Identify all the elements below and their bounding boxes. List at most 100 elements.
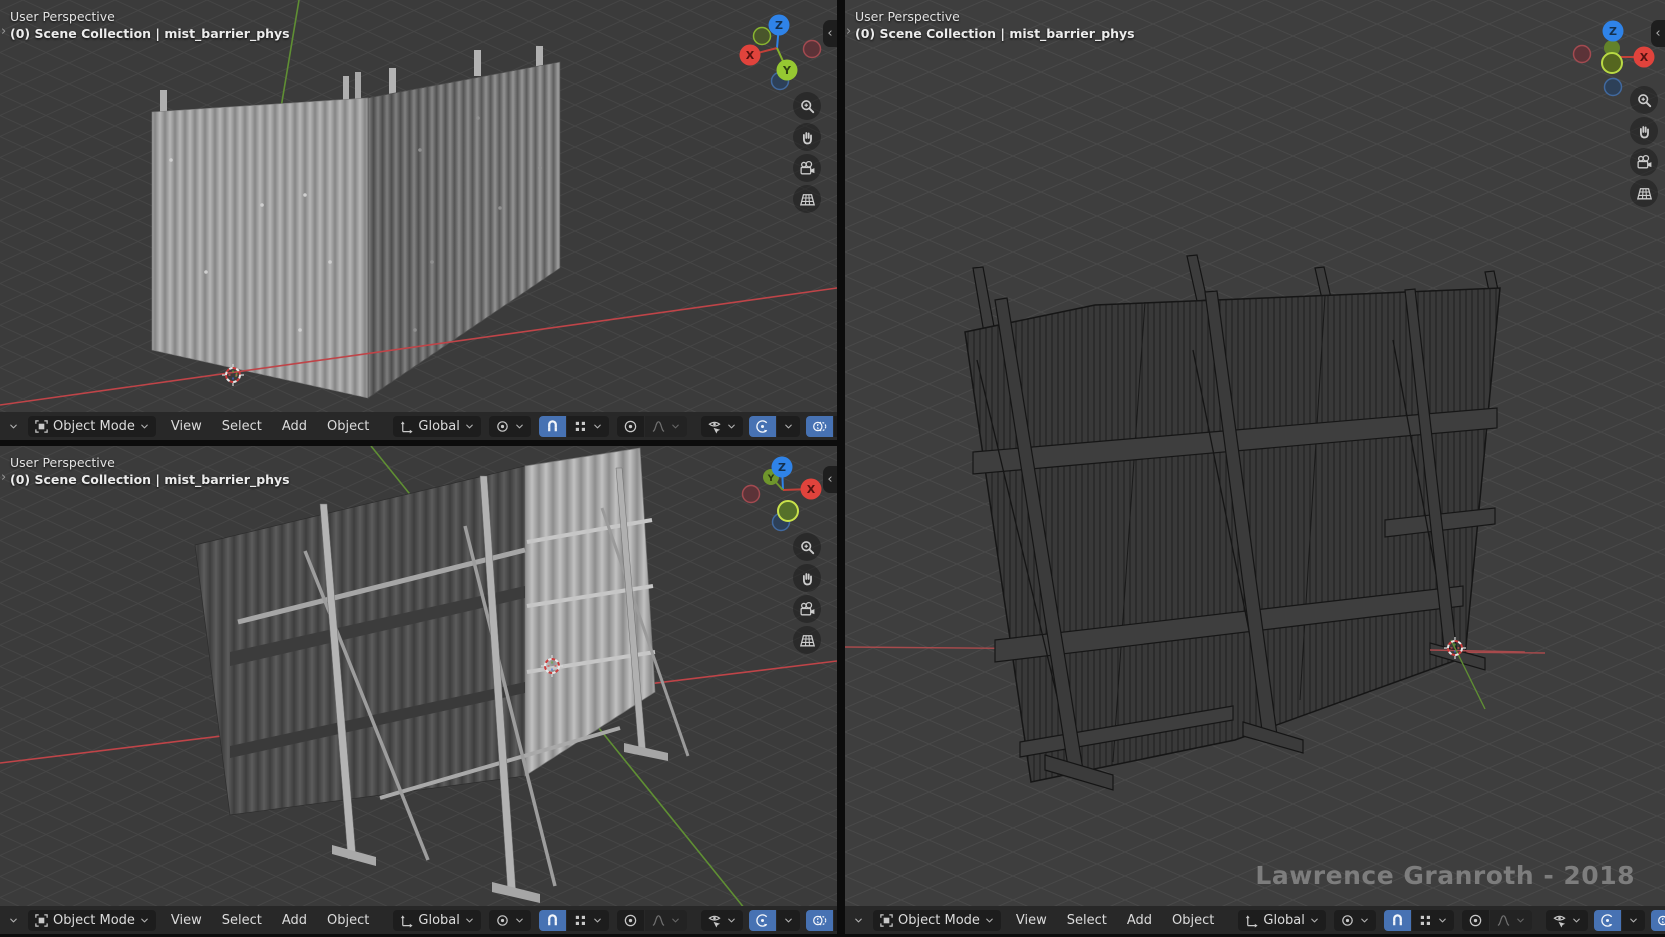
gizmo-axis-y[interactable]: Y [777, 60, 798, 81]
orientation-dropdown[interactable]: Global [393, 416, 480, 437]
falloff-dropdown[interactable] [1490, 910, 1532, 931]
nav-gizmo[interactable]: Y Z X [738, 448, 828, 538]
ortho-toggle-button[interactable] [793, 626, 821, 654]
zoom-button[interactable] [793, 92, 821, 120]
gizmo-dropdown[interactable] [1622, 910, 1645, 931]
gizmo-axis-x[interactable]: X [1634, 47, 1655, 68]
chevron-down-icon [726, 915, 737, 926]
snap-group [539, 910, 609, 931]
menu-select[interactable]: Select [215, 913, 269, 928]
menu-view[interactable]: View [164, 913, 209, 928]
visibility-dropdown[interactable] [701, 910, 743, 931]
pivot-dropdown[interactable] [489, 416, 531, 437]
overlays-dropdown[interactable] [834, 910, 837, 931]
expand-right-icon[interactable]: › [846, 24, 851, 39]
pivot-dropdown[interactable] [489, 910, 531, 931]
gizmo-axis-y-neg[interactable] [754, 28, 771, 45]
orientation-dropdown[interactable]: Global [393, 910, 480, 931]
gizmo-axis-z[interactable]: Z [769, 15, 790, 36]
falloff-dropdown[interactable] [645, 416, 687, 437]
orientation-label: Global [418, 419, 459, 434]
editor-menu-icon[interactable] [8, 421, 19, 432]
zoom-button[interactable] [1630, 86, 1658, 114]
snap-toggle[interactable] [1384, 910, 1411, 931]
mode-label: Object Mode [53, 419, 135, 434]
gizmo-toggle[interactable] [749, 910, 776, 931]
gizmo-dropdown[interactable] [777, 416, 800, 437]
camera-view-button[interactable] [1630, 148, 1658, 176]
chevron-down-icon [1359, 915, 1370, 926]
overlays-toggle[interactable] [806, 416, 833, 437]
proportional-toggle[interactable] [617, 416, 644, 437]
overlays-toggle[interactable] [1651, 910, 1665, 931]
menu-view[interactable]: View [164, 419, 209, 434]
chevron-down-icon [514, 915, 525, 926]
snap-target-dropdown[interactable] [567, 416, 609, 437]
overlays-toggle[interactable] [806, 910, 833, 931]
menu-add[interactable]: Add [275, 419, 314, 434]
proportional-toggle[interactable] [1462, 910, 1489, 931]
gizmo-axis-z[interactable]: Z [772, 457, 793, 478]
falloff-dropdown[interactable] [645, 910, 687, 931]
chevron-down-icon [139, 421, 150, 432]
gizmo-axis-x-neg[interactable] [743, 486, 760, 503]
ortho-toggle-button[interactable] [793, 185, 821, 213]
viewport-canvas-top-left[interactable] [0, 0, 837, 412]
menu-view[interactable]: View [1009, 913, 1054, 928]
gizmo-axis-x-neg[interactable] [804, 41, 821, 58]
camera-view-button[interactable] [793, 595, 821, 623]
zoom-button[interactable] [793, 533, 821, 561]
gizmo-toggle[interactable] [749, 416, 776, 437]
proportional-icon [1468, 913, 1483, 928]
viewport-canvas-bottom-left[interactable] [0, 446, 837, 906]
mode-dropdown[interactable]: Object Mode [28, 416, 156, 437]
proportional-toggle[interactable] [617, 910, 644, 931]
pan-button[interactable] [1630, 117, 1658, 145]
mode-dropdown[interactable]: Object Mode [28, 910, 156, 931]
snap-target-dropdown[interactable] [567, 910, 609, 931]
gizmo-axis-y-neg[interactable] [1602, 53, 1622, 73]
snap-magnet-icon [1390, 913, 1405, 928]
overlays-dropdown[interactable] [834, 416, 837, 437]
pan-button[interactable] [793, 123, 821, 151]
gizmo-axis-z[interactable]: Z [1603, 21, 1624, 42]
menu-select[interactable]: Select [1060, 913, 1114, 928]
editor-menu-icon[interactable] [853, 915, 864, 926]
visibility-icon [707, 419, 722, 434]
gizmo-dropdown[interactable] [777, 910, 800, 931]
chevron-down-icon [514, 421, 525, 432]
menu-object[interactable]: Object [320, 913, 376, 928]
orientation-dropdown[interactable]: Global [1238, 910, 1325, 931]
pivot-dropdown[interactable] [1334, 910, 1376, 931]
snap-target-dropdown[interactable] [1412, 910, 1454, 931]
pan-button[interactable] [793, 564, 821, 592]
collapse-left-icon[interactable]: ‹ [823, 20, 837, 47]
gizmo-axis-x-neg[interactable] [1574, 46, 1591, 63]
gizmo-toggle[interactable] [1594, 910, 1621, 931]
zoom-icon [799, 98, 816, 115]
snap-toggle[interactable] [539, 910, 566, 931]
visibility-dropdown[interactable] [1546, 910, 1588, 931]
editor-menu-icon[interactable] [8, 915, 19, 926]
gizmo-axis-x[interactable]: X [740, 45, 761, 66]
menu-add[interactable]: Add [275, 913, 314, 928]
camera-view-button[interactable] [793, 154, 821, 182]
snap-target-icon [573, 913, 588, 928]
falloff-icon [1496, 913, 1511, 928]
mode-dropdown[interactable]: Object Mode [873, 910, 1001, 931]
snap-toggle[interactable] [539, 416, 566, 437]
menu-object[interactable]: Object [1165, 913, 1221, 928]
menu-object[interactable]: Object [320, 419, 376, 434]
menu-add[interactable]: Add [1120, 913, 1159, 928]
gizmo-axis-y-neg[interactable] [778, 501, 798, 521]
nav-gizmo[interactable]: Z X Y [732, 8, 822, 98]
ortho-toggle-button[interactable] [1630, 179, 1658, 207]
gizmo-axis-z-neg[interactable] [1605, 79, 1622, 96]
visibility-dropdown[interactable] [701, 416, 743, 437]
viewport-canvas-right[interactable] [845, 0, 1665, 906]
expand-right-icon[interactable]: › [1, 470, 6, 485]
gizmo-axis-x[interactable]: X [801, 479, 822, 500]
menu-select[interactable]: Select [215, 419, 269, 434]
expand-right-icon[interactable]: › [1, 24, 6, 39]
gizmo-group [1594, 910, 1645, 931]
